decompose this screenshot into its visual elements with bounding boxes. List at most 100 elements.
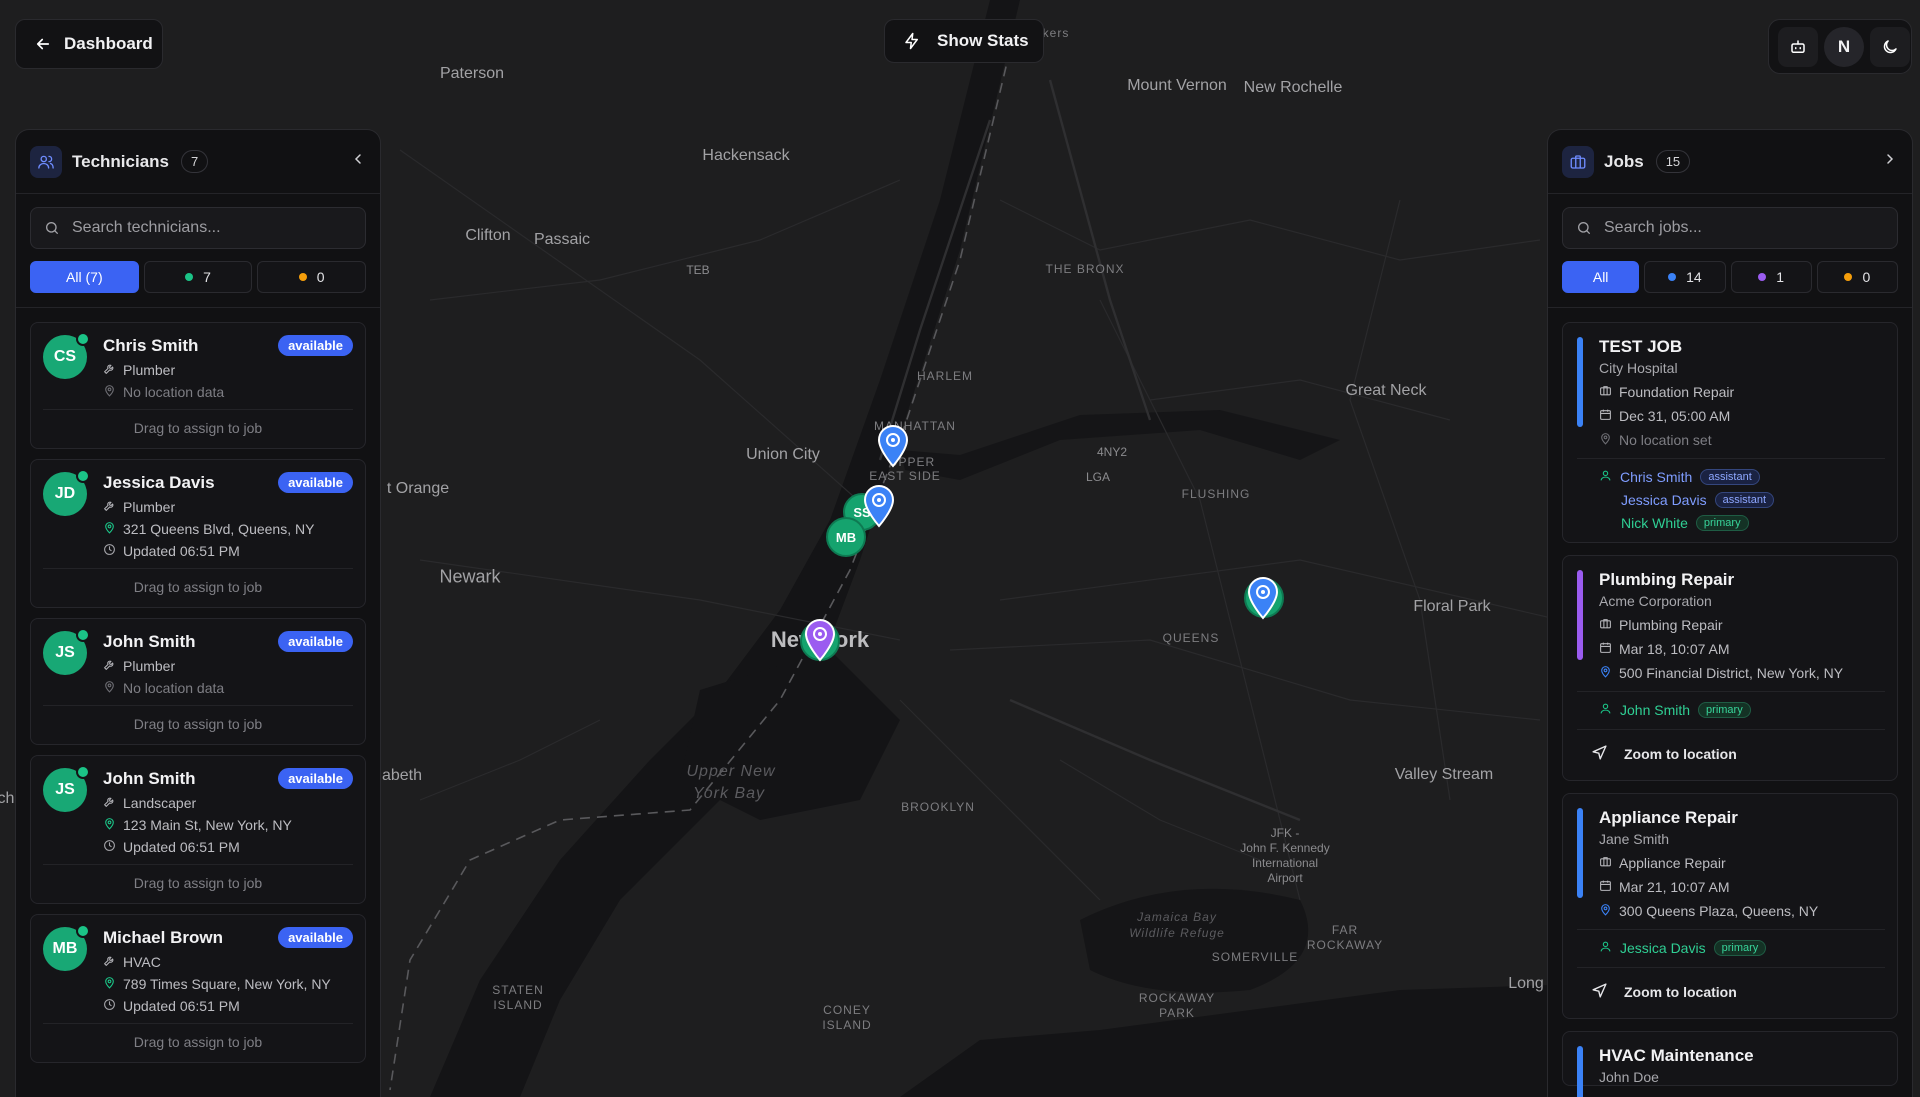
job-title: Plumbing Repair [1599,570,1735,589]
filter-jobs-purple[interactable]: 1 [1730,261,1812,293]
map-label: ISLAND [822,1018,872,1032]
technician-search-input[interactable] [72,219,352,237]
user-avatar[interactable]: N [1824,26,1864,67]
technician-name: Chris Smith [103,335,199,355]
briefcase-icon [1599,855,1612,871]
map-label: QUEENS [1162,631,1220,645]
job-title: TEST JOB [1599,337,1683,356]
technician-updated: Updated 06:51 PM [123,998,240,1014]
job-pin-icon[interactable] [1246,576,1280,620]
briefcase-icon [1562,145,1594,178]
job-card[interactable]: Appliance Repair Jane Smith Appliance Rep… [1562,793,1898,1019]
map-label: FAR [1331,923,1359,937]
map-pin-icon [103,521,116,537]
job-search-input[interactable] [1604,219,1884,237]
filter-jobs-blue[interactable]: 14 [1644,261,1726,293]
job-status-stripe [1577,337,1583,427]
technician-card[interactable]: JS John Smith available Plumber No locat… [30,618,366,745]
map-label: Paterson [439,65,505,82]
users-icon [30,145,62,178]
drag-hint: Drag to assign to job [43,568,353,607]
job-title: HVAC Maintenance [1599,1046,1754,1065]
map-label: Long [1508,975,1544,992]
bot-button[interactable] [1778,26,1818,67]
theme-toggle-button[interactable] [1870,26,1910,67]
map-label: Passaic [533,231,591,248]
status-badge: available [278,768,353,789]
show-stats-button[interactable]: Show Stats [884,19,1044,63]
jobs-panel: Jobs 15 All 14 1 0 TEST JOB City Hospita… [1547,129,1913,1097]
filter-jobs-orange[interactable]: 0 [1816,261,1898,293]
collapse-chevron-right-icon[interactable] [1882,151,1898,172]
bot-icon [1791,39,1805,53]
technician-card[interactable]: JD Jessica Davis available Plumber 321 Q… [30,459,366,608]
map-label: Airport [1267,871,1303,885]
technician-card[interactable]: MB Michael Brown available HVAC 789 Time… [30,914,366,1063]
map-label: HARLEM [916,369,974,383]
technician-card[interactable]: CS Chris Smith available Plumber No loca… [30,322,366,449]
jobs-count: 15 [1655,150,1691,173]
technician-role: Plumber [123,658,176,674]
map-pin-icon [1599,432,1612,448]
job-search-box[interactable] [1562,207,1898,249]
technician-role: Plumber [123,362,176,378]
job-status-stripe [1577,1046,1583,1097]
map-label: TEB [686,263,710,277]
assignee-name[interactable]: Jessica Davis [1620,940,1706,956]
map-label: Great Neck [1345,382,1427,399]
map-label: STATEN [492,983,544,997]
job-card[interactable]: TEST JOB City Hospital Foundation Repair … [1562,322,1898,543]
map-pin-icon [1599,903,1612,919]
filter-busy[interactable]: 0 [257,261,367,293]
job-status-stripe [1577,570,1583,660]
map-label: Mount Vernon [1127,77,1227,94]
technician-role: Landscaper [123,795,197,811]
job-card[interactable]: HVAC Maintenance John Doe [1562,1031,1898,1097]
job-card[interactable]: Plumbing Repair Acme Corporation Plumbing… [1562,555,1898,781]
job-location: 500 Financial District, New York, NY [1619,665,1844,681]
assignee-name[interactable]: John Smith [1620,702,1690,718]
moon-icon [1883,39,1897,53]
technician-location: No location data [123,384,225,400]
assignee-name[interactable]: Jessica Davis [1621,492,1707,508]
back-to-dashboard-button[interactable]: Dashboard [15,19,163,69]
job-pin-icon[interactable] [862,484,896,528]
zoom-to-location-button[interactable]: Zoom to location [1577,967,1885,1018]
map-label: kers [1042,26,1070,40]
technician-avatar: MB [43,924,90,971]
collapse-chevron-left-icon[interactable] [350,151,366,172]
filter-all[interactable]: All (7) [30,261,139,293]
filter-available[interactable]: 7 [143,261,253,293]
online-status-dot [76,765,90,779]
job-pin-icon[interactable] [876,424,910,468]
assignee-name[interactable]: Nick White [1621,515,1688,531]
user-icon [1599,702,1612,718]
map-label: Union City [746,446,820,463]
filter-all-jobs[interactable]: All [1562,261,1640,293]
lightning-icon [905,32,918,50]
zoom-to-location-button[interactable]: Zoom to location [1577,729,1885,780]
technician-filters: All (7) 7 0 [30,261,367,293]
map-pin-icon [103,680,116,696]
briefcase-icon [1599,617,1612,633]
calendar-icon [1599,641,1612,657]
map-label: New Rochelle [1243,79,1343,96]
technician-search-box[interactable] [30,207,366,249]
user-icon [1599,940,1612,956]
map-label: CONEY [823,1003,871,1017]
technician-card[interactable]: JS John Smith available Landscaper 123 M… [30,755,366,904]
job-assignees: Chris Smith assistant Jessica Davis assi… [1577,458,1885,542]
map-label: Newark [439,566,501,587]
job-type: Appliance Repair [1619,855,1726,871]
orange-dot-icon [298,273,307,281]
map-pin-icon [103,384,116,400]
top-right-toolbar: N [1768,19,1912,74]
navigation-icon [1591,982,1608,1002]
map-label: Clifton [465,227,511,244]
assignee-name[interactable]: Chris Smith [1620,469,1692,485]
map-label: THE BRONX [1045,262,1125,276]
job-title: Appliance Repair [1599,808,1738,827]
technician-avatar: JD [43,469,90,516]
technician-marker[interactable]: MB [826,517,866,557]
job-pin-icon[interactable] [803,618,837,662]
